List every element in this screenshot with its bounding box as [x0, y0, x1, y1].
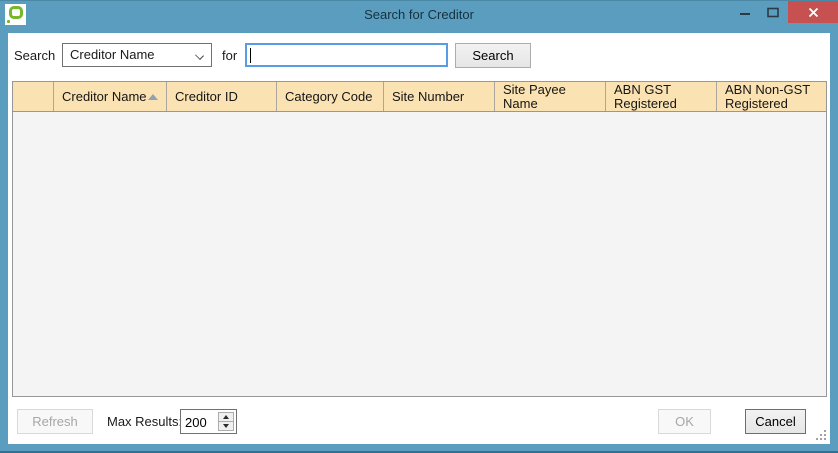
refresh-button[interactable]: Refresh — [17, 409, 93, 434]
minimize-icon — [739, 6, 751, 18]
search-field-dropdown[interactable]: Creditor Name — [62, 43, 212, 67]
cancel-button[interactable]: Cancel — [745, 409, 806, 434]
arrow-down-icon — [223, 424, 229, 428]
spinner-up-button[interactable] — [219, 413, 233, 422]
for-label: for — [222, 43, 237, 68]
search-for-creditor-dialog: Search for Creditor Search Creditor Name… — [0, 0, 838, 453]
minimize-button[interactable] — [732, 1, 758, 23]
titlebar[interactable]: Search for Creditor — [0, 1, 838, 32]
resize-grip[interactable] — [814, 428, 828, 442]
search-row: Search Creditor Name for Search — [8, 43, 830, 68]
close-button[interactable] — [788, 1, 838, 23]
column-header-site-number[interactable]: Site Number — [384, 82, 495, 111]
text-cursor — [250, 48, 251, 63]
sort-ascending-icon — [148, 94, 158, 100]
grid-header-row: Creditor Name Creditor ID Category Code … — [13, 82, 826, 112]
maximize-icon — [767, 7, 779, 18]
spinner-buttons — [218, 412, 234, 431]
search-query-input[interactable] — [245, 43, 448, 67]
resize-grip-icon — [814, 428, 828, 442]
max-results-spinner — [180, 409, 237, 434]
arrow-up-icon — [223, 415, 229, 419]
dialog-body: Search Creditor Name for Search Creditor… — [8, 33, 830, 444]
column-header-abn-non-gst-registered[interactable]: ABN Non-GST Registered — [717, 82, 826, 111]
maximize-button[interactable] — [760, 1, 786, 23]
search-button[interactable]: Search — [455, 43, 531, 68]
ok-button[interactable]: OK — [658, 409, 711, 434]
column-header-row-selector — [13, 82, 54, 111]
column-header-site-payee-name[interactable]: Site Payee Name — [495, 82, 606, 111]
column-header-creditor-id[interactable]: Creditor ID — [167, 82, 277, 111]
max-results-label: Max Results: — [107, 409, 182, 434]
close-icon — [808, 7, 819, 18]
chevron-down-icon — [195, 51, 204, 60]
search-label: Search — [14, 43, 55, 68]
window-title: Search for Creditor — [0, 7, 838, 22]
column-header-abn-gst-registered[interactable]: ABN GST Registered — [606, 82, 717, 111]
max-results-input[interactable] — [181, 410, 218, 433]
column-header-creditor-name[interactable]: Creditor Name — [54, 82, 167, 111]
search-field-selected-value: Creditor Name — [70, 47, 155, 62]
column-header-category-code[interactable]: Category Code — [277, 82, 384, 111]
grid-body-empty — [13, 112, 826, 396]
footer-bar: Refresh Max Results: OK Cancel — [8, 409, 830, 434]
results-grid: Creditor Name Creditor ID Category Code … — [12, 81, 827, 397]
spinner-down-button[interactable] — [219, 422, 233, 430]
